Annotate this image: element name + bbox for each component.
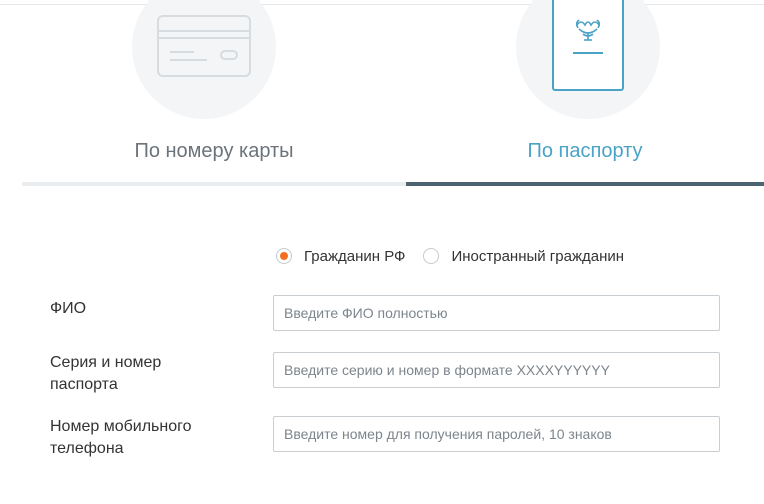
passport-icon	[552, 0, 624, 91]
radio-foreign-citizen[interactable]: Иностранный гражданин	[423, 248, 624, 265]
tab-passport-icon-background	[516, 0, 660, 119]
passport-label-line2: паспорта	[50, 376, 118, 393]
fio-label: ФИО	[50, 298, 86, 320]
radio-checked-icon[interactable]	[276, 248, 292, 264]
radio-russian-citizen-label: Гражданин РФ	[304, 247, 406, 265]
tab-passport-underline-active	[406, 182, 764, 186]
fio-input[interactable]	[273, 295, 720, 331]
phone-label-line2: телефона	[50, 440, 124, 457]
tab-card-icon-background	[132, 0, 276, 119]
passport-number-input[interactable]	[273, 352, 720, 388]
phone-label: Номер мобильного телефона	[50, 416, 191, 460]
phone-input[interactable]	[273, 416, 720, 452]
credit-card-icon	[157, 15, 251, 77]
tab-passport-label: По паспорту	[527, 140, 643, 162]
tab-card-label: По номеру карты	[134, 140, 294, 162]
phone-label-line1: Номер мобильного	[50, 418, 192, 435]
tab-by-passport[interactable]: По паспорту	[406, 0, 764, 186]
fio-label-text: ФИО	[50, 300, 87, 317]
passport-label-line1: Серия и номер	[50, 354, 162, 371]
tab-card-underline	[22, 182, 406, 186]
tab-by-card-number[interactable]: По номеру карты	[22, 0, 406, 186]
radio-foreign-citizen-label: Иностранный гражданин	[451, 247, 625, 265]
citizenship-radio-group: Гражданин РФ Иностранный гражданин	[276, 246, 642, 266]
radio-unchecked-icon[interactable]	[423, 248, 440, 264]
passport-label: Серия и номер паспорта	[50, 352, 161, 396]
radio-russian-citizen[interactable]: Гражданин РФ	[276, 248, 405, 265]
